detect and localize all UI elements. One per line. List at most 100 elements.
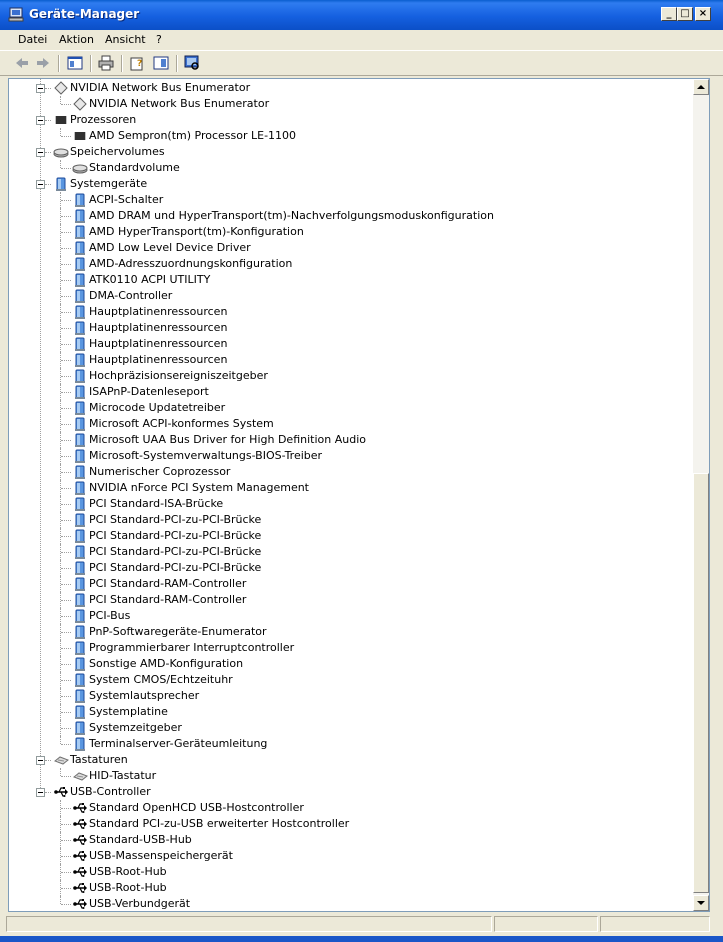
tree-row[interactable]: Standard-USB-Hub <box>9 832 693 848</box>
tree-row[interactable]: USB-Root-Hub <box>9 864 693 880</box>
system-device-icon <box>75 225 85 239</box>
console-tree-icon[interactable] <box>66 54 84 72</box>
usb-icon <box>73 835 87 845</box>
system-device-icon <box>75 513 85 527</box>
print-icon[interactable] <box>97 54 115 72</box>
tree-row[interactable]: Hauptplatinenressourcen <box>9 352 693 368</box>
tree-row[interactable]: Programmierbarer Interruptcontroller <box>9 640 693 656</box>
collapse-toggle[interactable] <box>36 756 45 765</box>
collapse-toggle[interactable] <box>36 788 45 797</box>
tree-row[interactable]: HID-Tastatur <box>9 768 693 784</box>
tree-row[interactable]: Microsoft ACPI-konformes System <box>9 416 693 432</box>
tree-row[interactable]: USB-Verbundgerät <box>9 896 693 911</box>
tree-row[interactable]: Standard PCI-zu-USB erweiterter Hostcont… <box>9 816 693 832</box>
menu-ansicht[interactable]: Ansicht <box>105 33 146 46</box>
vertical-scrollbar[interactable] <box>693 79 709 911</box>
collapse-toggle[interactable] <box>36 148 45 157</box>
device-standardvolume-label: Standardvolume <box>89 161 180 174</box>
tree-row[interactable]: USB-Root-Hub <box>9 880 693 896</box>
volume-icon <box>53 148 69 158</box>
tree-row[interactable]: USB-Massenspeichergerät <box>9 848 693 864</box>
tree-row[interactable]: AMD Low Level Device Driver <box>9 240 693 256</box>
minimize-button[interactable]: _ <box>661 7 677 21</box>
tree-row[interactable]: NVIDIA Network Bus Enumerator <box>9 96 693 112</box>
tree-row[interactable]: PCI Standard-PCI-zu-PCI-Brücke <box>9 512 693 528</box>
tree-row[interactable]: AMD Sempron(tm) Processor LE-1100 <box>9 128 693 144</box>
scroll-thumb[interactable] <box>693 473 709 893</box>
collapse-toggle[interactable] <box>36 84 45 93</box>
menu-aktion[interactable]: Aktion <box>59 33 94 46</box>
device-standard-pci-zu-usb-erweiterter-hostcontroller-label: Standard PCI-zu-USB erweiterter Hostcont… <box>89 817 350 830</box>
system-device-icon <box>75 289 85 303</box>
system-device-icon <box>75 497 85 511</box>
tree-row[interactable]: PCI Standard-RAM-Controller <box>9 576 693 592</box>
collapse-toggle[interactable] <box>36 116 45 125</box>
title-bar[interactable]: Geräte-Manager _ □ × <box>0 0 723 30</box>
tree-row[interactable]: DMA-Controller <box>9 288 693 304</box>
tree-row[interactable]: Numerischer Coprozessor <box>9 464 693 480</box>
device-tree[interactable]: NVIDIA Network Bus Enumerator NVIDIA Netw… <box>9 79 693 911</box>
tree-row[interactable]: System CMOS/Echtzeituhr <box>9 672 693 688</box>
tree-row[interactable]: ATK0110 ACPI UTILITY <box>9 272 693 288</box>
tree-row[interactable]: ISAPnP-Datenleseport <box>9 384 693 400</box>
tree-row[interactable]: ACPI-Schalter <box>9 192 693 208</box>
help-panel-icon[interactable] <box>152 54 170 72</box>
scroll-down-button[interactable] <box>693 895 709 911</box>
tree-row[interactable]: NVIDIA Network Bus Enumerator <box>9 80 693 96</box>
menu-datei[interactable]: Datei <box>18 33 47 46</box>
menu-help[interactable]: ? <box>156 33 162 46</box>
device-hid-tastatur-label: HID-Tastatur <box>89 769 157 782</box>
tree-row[interactable]: Standard OpenHCD USB-Hostcontroller <box>9 800 693 816</box>
tree-row[interactable]: Systemplatine <box>9 704 693 720</box>
tree-row[interactable]: Hauptplatinenressourcen <box>9 320 693 336</box>
tree-row[interactable]: PCI Standard-RAM-Controller <box>9 592 693 608</box>
tree-row[interactable]: NVIDIA nForce PCI System Management <box>9 480 693 496</box>
tree-row[interactable]: USB-Controller <box>9 784 693 800</box>
tree-row[interactable]: PCI Standard-PCI-zu-PCI-Brücke <box>9 560 693 576</box>
properties-icon[interactable]: ? <box>128 54 146 72</box>
maximize-button[interactable]: □ <box>677 7 693 21</box>
scan-hardware-icon[interactable] <box>183 54 201 72</box>
tree-row[interactable]: Hochpräzisionsereigniszeitgeber <box>9 368 693 384</box>
back-arrow-icon[interactable] <box>13 54 31 72</box>
tree-row[interactable]: Terminalserver-Geräteumleitung <box>9 736 693 752</box>
status-panel-3 <box>600 916 710 932</box>
device-amd-adresszuordnungskonfiguration-label: AMD-Adresszuordnungskonfiguration <box>89 257 293 270</box>
system-device-icon <box>75 593 85 607</box>
device-hauptplatinenressourcen-label: Hauptplatinenressourcen <box>89 321 228 334</box>
device-programmierbarer-interruptcontroller-label: Programmierbarer Interruptcontroller <box>89 641 295 654</box>
system-device-icon <box>75 609 85 623</box>
close-button[interactable]: × <box>695 7 711 21</box>
device-hauptplatinenressourcen-label: Hauptplatinenressourcen <box>89 353 228 366</box>
tree-row[interactable]: Systemzeitgeber <box>9 720 693 736</box>
tree-row[interactable]: Sonstige AMD-Konfiguration <box>9 656 693 672</box>
tree-row[interactable]: Microcode Updatetreiber <box>9 400 693 416</box>
tree-row[interactable]: Speichervolumes <box>9 144 693 160</box>
device-manager-window: Geräte-Manager _ □ × Datei Aktion Ansich… <box>0 0 723 942</box>
forward-arrow-icon[interactable] <box>34 54 52 72</box>
tree-row[interactable]: PCI Standard-PCI-zu-PCI-Brücke <box>9 528 693 544</box>
tree-row[interactable]: AMD HyperTransport(tm)-Konfiguration <box>9 224 693 240</box>
device-atk0110-acpi-utility-label: ATK0110 ACPI UTILITY <box>89 273 211 286</box>
tree-row[interactable]: PCI-Bus <box>9 608 693 624</box>
tree-row[interactable]: AMD-Adresszuordnungskonfiguration <box>9 256 693 272</box>
tree-row[interactable]: Microsoft-Systemverwaltungs-BIOS-Treiber <box>9 448 693 464</box>
collapse-toggle[interactable] <box>36 180 45 189</box>
tree-row[interactable]: Systemlautsprecher <box>9 688 693 704</box>
tree-row[interactable]: Hauptplatinenressourcen <box>9 304 693 320</box>
tree-row[interactable]: PnP-Softwaregeräte-Enumerator <box>9 624 693 640</box>
tree-row[interactable]: Tastaturen <box>9 752 693 768</box>
tree-row[interactable]: PCI Standard-ISA-Brücke <box>9 496 693 512</box>
scroll-up-button[interactable] <box>693 79 709 95</box>
usb-icon <box>73 819 87 829</box>
device-amd-low-level-device-driver-label: AMD Low Level Device Driver <box>89 241 251 254</box>
tree-row[interactable]: Prozessoren <box>9 112 693 128</box>
usb-icon <box>73 803 87 813</box>
tree-row[interactable]: Hauptplatinenressourcen <box>9 336 693 352</box>
tree-row[interactable]: PCI Standard-PCI-zu-PCI-Brücke <box>9 544 693 560</box>
tree-row[interactable]: Systemgeräte <box>9 176 693 192</box>
tree-row[interactable]: AMD DRAM und HyperTransport(tm)-Nachverf… <box>9 208 693 224</box>
tree-row[interactable]: Microsoft UAA Bus Driver for High Defini… <box>9 432 693 448</box>
device-acpi-schalter-label: ACPI-Schalter <box>89 193 164 206</box>
tree-row[interactable]: Standardvolume <box>9 160 693 176</box>
